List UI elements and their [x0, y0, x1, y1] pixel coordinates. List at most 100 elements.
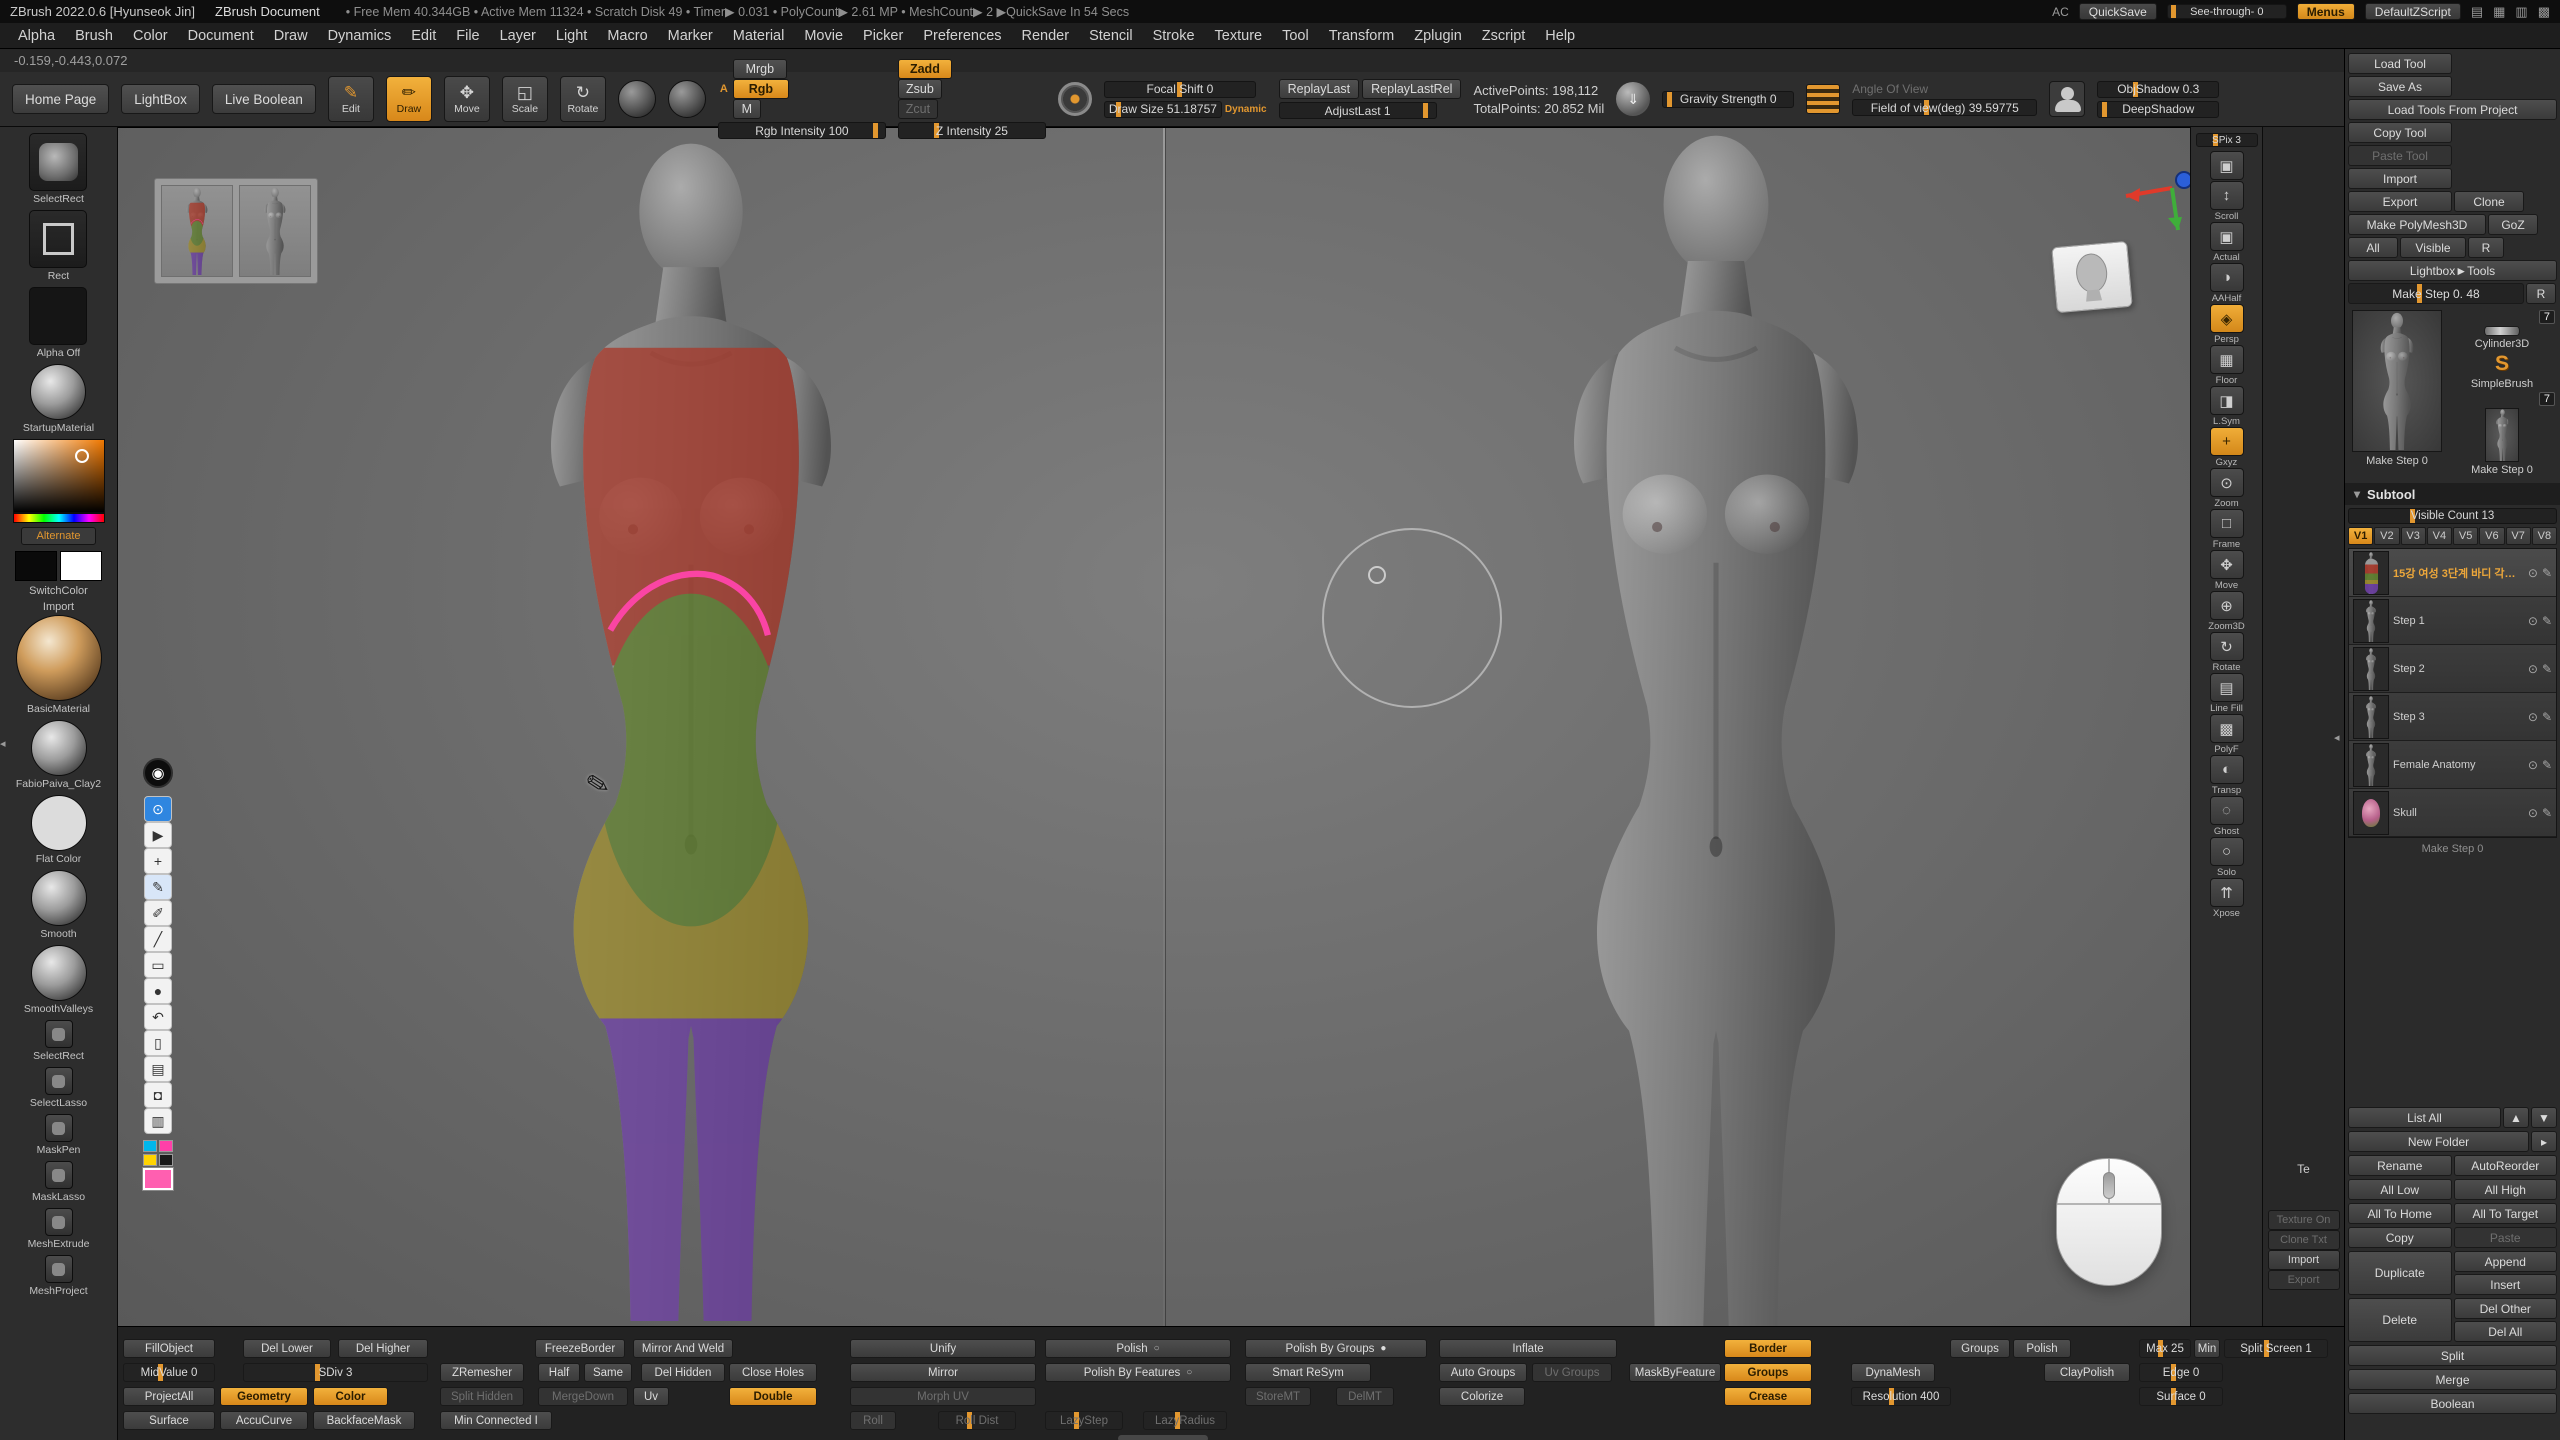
polyframe-toggle[interactable]: ▩ PolyF	[2208, 714, 2244, 755]
bottom-button[interactable]: BackfaceMask	[313, 1411, 415, 1430]
bottom-button[interactable]: AccuCurve	[220, 1411, 308, 1430]
subtool-item[interactable]: Step 1 ⊙ ✎	[2349, 597, 2556, 645]
bottom-button[interactable]: Mirror	[850, 1363, 1036, 1382]
quicksave-button[interactable]: QuickSave	[2079, 3, 2157, 20]
all-to-target-button[interactable]: All To Target	[2454, 1203, 2558, 1224]
bottom-button[interactable]: Min Connected I	[440, 1411, 552, 1430]
menu-item[interactable]: Stencil	[1079, 28, 1143, 44]
actual-size-button[interactable]: ▣ Actual	[2208, 222, 2244, 263]
menu-item[interactable]: Document	[178, 28, 264, 44]
scale-mode-button[interactable]: ◱ Scale	[502, 76, 548, 122]
subtool-item[interactable]: 15강 여성 3단계 바디 각상 - [등] ⊙ ✎	[2349, 549, 2556, 597]
menu-item[interactable]: Help	[1535, 28, 1585, 44]
dynamic-label[interactable]: Dynamic	[1225, 104, 1267, 115]
subtool-down-icon[interactable]: ▼	[2531, 1107, 2557, 1128]
bottom-button[interactable]: Split Hidden	[440, 1387, 524, 1406]
annotation-color-swatch[interactable]	[159, 1140, 173, 1152]
whiteboard-icon[interactable]: ▤	[144, 1056, 172, 1082]
pen-add-icon[interactable]: +	[144, 848, 172, 874]
material-thumb[interactable]: SmoothValleys	[16, 945, 102, 1015]
bottom-button[interactable]: LazyRadius	[1143, 1411, 1227, 1430]
menu-item[interactable]: Zscript	[1472, 28, 1536, 44]
rotate-view-button[interactable]: ↻ Rotate	[2208, 632, 2244, 673]
visibility-eye-icon[interactable]: ⊙	[144, 796, 172, 822]
subtool-tab-v8[interactable]: V8	[2532, 527, 2557, 545]
tool-panel-button[interactable]: Make Step 0. 48	[2348, 283, 2524, 304]
annotation-pin-icon[interactable]: ◉	[143, 758, 173, 788]
xpose-button[interactable]: ⇈ Xpose	[2208, 878, 2244, 919]
brush-preset[interactable]: MeshExtrude	[28, 1208, 90, 1250]
tool-panel-button[interactable]: Paste Tool	[2348, 145, 2452, 166]
move-mode-button[interactable]: ✥ Move	[444, 76, 490, 122]
bottom-button[interactable]: ClayPolish	[2044, 1363, 2130, 1382]
scroll-button[interactable]: ↕ Scroll	[2208, 181, 2244, 222]
dot-tool-icon[interactable]: ●	[144, 978, 172, 1004]
titlebar-grid-icon-4[interactable]: ▩	[2538, 4, 2550, 20]
hue-strip[interactable]	[13, 513, 105, 523]
append-button[interactable]: Append	[2454, 1251, 2558, 1272]
visibility-eye-icon[interactable]: ⊙	[2528, 662, 2538, 676]
menu-item[interactable]: Material	[723, 28, 795, 44]
list-all-button[interactable]: List All	[2348, 1107, 2501, 1128]
shadow-person-icon[interactable]	[2049, 81, 2085, 117]
menu-item[interactable]: Texture	[1205, 28, 1273, 44]
titlebar-grid-icon-2[interactable]: ▦	[2493, 4, 2505, 20]
folder-arrow-icon[interactable]: ▸	[2531, 1131, 2557, 1152]
subtool-paint-icon[interactable]: ✎	[2542, 710, 2552, 724]
subtool-paint-icon[interactable]: ✎	[2542, 806, 2552, 820]
tool-panel-button[interactable]: R	[2468, 237, 2504, 258]
all-to-home-button[interactable]: All To Home	[2348, 1203, 2452, 1224]
menu-item[interactable]: Alpha	[8, 28, 65, 44]
merge-button[interactable]: Merge	[2348, 1369, 2557, 1390]
home-page-button[interactable]: Home Page	[12, 84, 109, 114]
texture-on-button[interactable]: Texture On	[2268, 1210, 2340, 1230]
thumbnail-gray[interactable]	[239, 185, 311, 277]
lightbox-button[interactable]: LightBox	[121, 84, 200, 114]
bottom-button[interactable]: Roll	[850, 1411, 896, 1430]
bottom-button[interactable]: Unify	[850, 1339, 1036, 1358]
adjust-last-slider[interactable]: AdjustLast 1	[1279, 102, 1437, 119]
visibility-eye-icon[interactable]: ⊙	[2528, 806, 2538, 820]
menus-button[interactable]: Menus	[2297, 3, 2355, 20]
eraser-icon[interactable]: ▯	[144, 1030, 172, 1056]
local-symmetry-toggle[interactable]: ◨ L.Sym	[2208, 386, 2244, 427]
tool-panel-button[interactable]: GoZ	[2488, 214, 2538, 235]
menu-item[interactable]: Picker	[853, 28, 913, 44]
document-thumbnails[interactable]	[154, 178, 318, 284]
bottom-button[interactable]: Polish By Features	[1045, 1363, 1231, 1382]
bottom-button[interactable]: FreezeBorder	[535, 1339, 625, 1358]
bottom-button[interactable]: Double	[729, 1387, 817, 1406]
texture-ball-icon[interactable]	[668, 80, 706, 118]
tray-scrollbar[interactable]	[1118, 1435, 1208, 1440]
line-fill-toggle[interactable]: ▤ Line Fill	[2208, 673, 2244, 714]
subtool-tab-v5[interactable]: V5	[2453, 527, 2478, 545]
bottom-button[interactable]: StoreMT	[1245, 1387, 1311, 1406]
subtool-tab-v3[interactable]: V3	[2401, 527, 2426, 545]
menu-item[interactable]: Tool	[1272, 28, 1319, 44]
del-all-button[interactable]: Del All	[2454, 1321, 2558, 1342]
subtool-paint-icon[interactable]: ✎	[2542, 566, 2552, 580]
bottom-button[interactable]: Auto Groups	[1439, 1363, 1527, 1382]
current-alpha-thumb[interactable]: Alpha Off	[23, 287, 94, 359]
clone-texture-button[interactable]: Clone Txt	[2268, 1230, 2340, 1250]
field-of-view-slider[interactable]: Field of view(deg) 39.59775	[1852, 99, 2037, 116]
tool-panel-button[interactable]: Load Tools From Project	[2348, 99, 2557, 120]
mrgb-toggle[interactable]: Mrgb	[733, 59, 787, 79]
insert-button[interactable]: Insert	[2454, 1274, 2558, 1295]
annotation-color-swatch[interactable]	[143, 1168, 173, 1190]
texture-import-button[interactable]: Import	[2268, 1250, 2340, 1270]
bottom-button[interactable]: Color	[313, 1387, 388, 1406]
bottom-button[interactable]: Geometry	[220, 1387, 308, 1406]
menu-item[interactable]: Render	[1012, 28, 1080, 44]
focal-shift-icon[interactable]	[1058, 82, 1092, 116]
tool-panel-button[interactable]: Load Tool	[2348, 53, 2452, 74]
bottom-button[interactable]: Uv	[633, 1387, 669, 1406]
replay-last-button[interactable]: ReplayLast	[1279, 79, 1360, 99]
viewport-canvas[interactable]: ✎ ◉ ⊙ ▶ + ✎ ✐ ╱ ▭ ● ↶ ▯ ▤ ◘	[118, 127, 2190, 1326]
tool-panel-button[interactable]: R	[2526, 283, 2556, 304]
floor-toggle[interactable]: ▦ Floor	[2208, 345, 2244, 386]
menu-item[interactable]: Movie	[794, 28, 853, 44]
visibility-eye-icon[interactable]: ⊙	[2528, 758, 2538, 772]
axis-gizmo[interactable]	[2110, 164, 2190, 250]
secondary-color-swatch[interactable]	[60, 551, 102, 581]
